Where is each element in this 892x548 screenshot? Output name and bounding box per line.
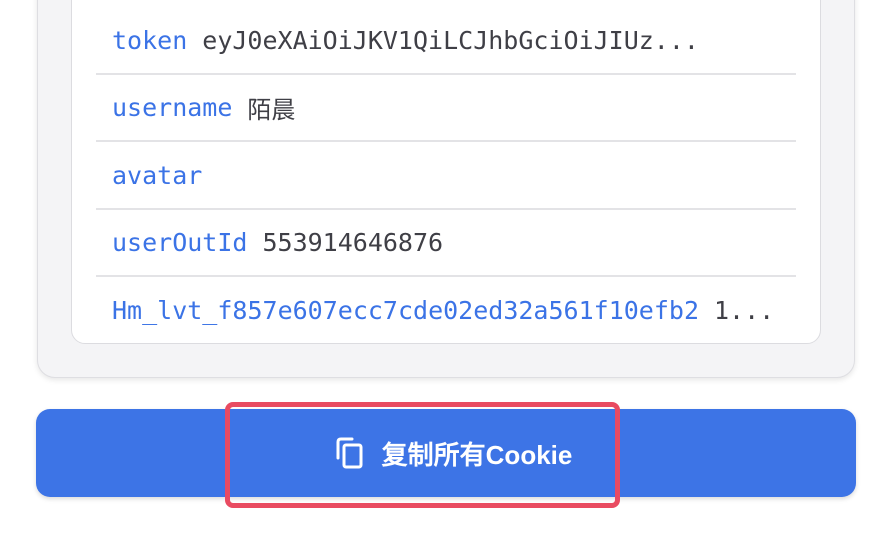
row-divider (96, 140, 796, 142)
cookie-value: 1... (714, 295, 775, 325)
cookie-key: token (112, 25, 188, 55)
cookie-key: avatar (112, 160, 203, 190)
cookie-value: 陌晨 (247, 95, 296, 124)
copy-icon (336, 437, 363, 469)
row-divider (96, 208, 796, 210)
cookie-value: 553914646876 (262, 227, 444, 257)
cookie-key: Hm_lvt_f857e607ecc7cde02ed32a561f10efb2 (112, 295, 699, 325)
cookie-row-username: username 陌晨 (96, 87, 796, 127)
cookie-row-token: token eyJ0eXAiOiJKV1QiLCJhbGciOiJIUz... (96, 20, 796, 60)
cookie-row-avatar: avatar (96, 155, 796, 195)
row-divider (96, 73, 796, 75)
cookie-row-hm-lvt: Hm_lvt_f857e607ecc7cde02ed32a561f10efb2 … (96, 290, 796, 330)
cookie-key: username (112, 92, 233, 122)
cookie-row-useroutid: userOutId 553914646876 (96, 222, 796, 262)
cookie-key: userOutId (112, 227, 248, 257)
cookie-value: eyJ0eXAiOiJKV1QiLCJhbGciOiJIUz... (202, 25, 699, 55)
row-divider (96, 275, 796, 277)
copy-all-label: 复制所有Cookie (381, 439, 573, 470)
copy-all-cookies-button[interactable]: 复制所有Cookie (36, 409, 856, 497)
